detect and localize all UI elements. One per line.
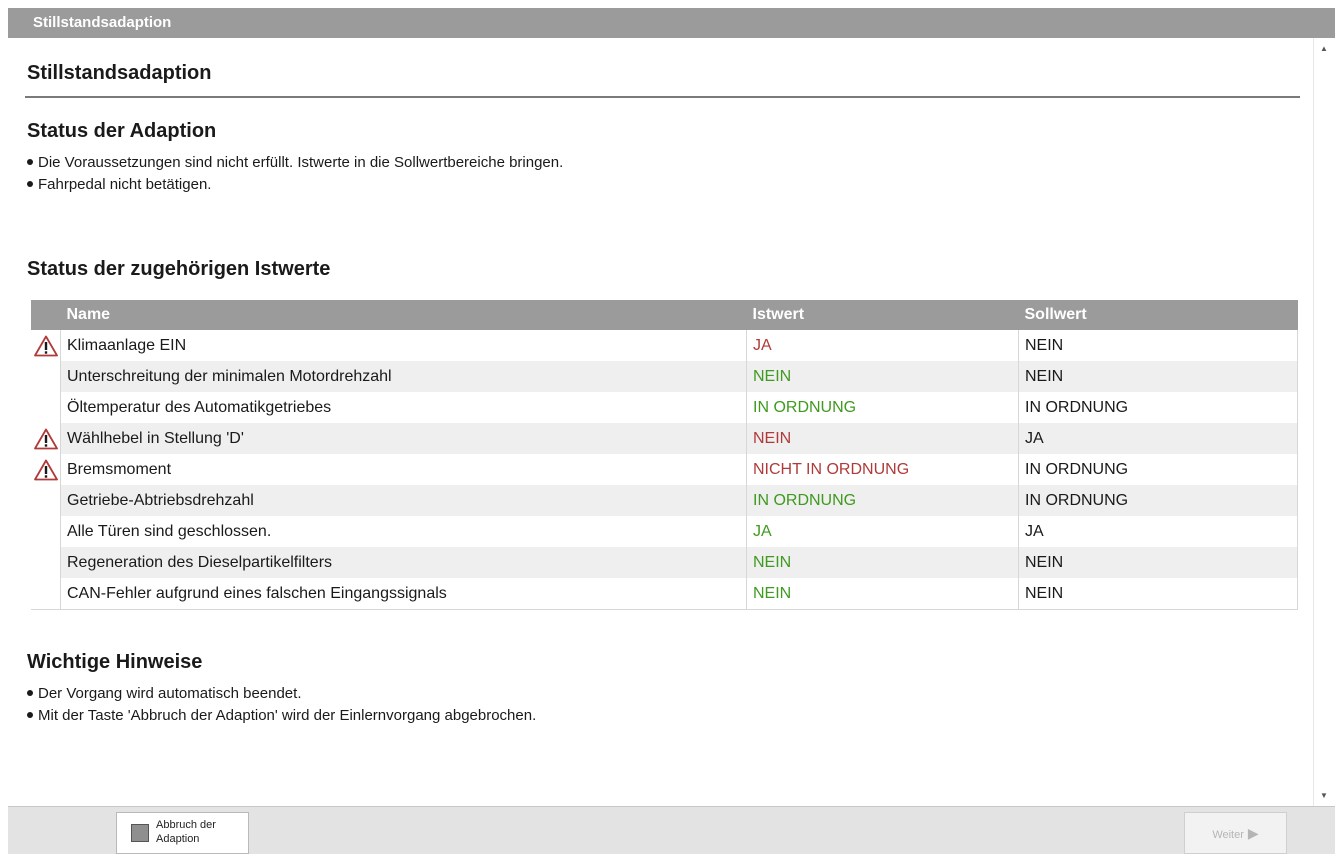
next-button[interactable]: Weiter ▶ <box>1184 812 1287 854</box>
notes-bullet-list: Der Vorgang wird automatisch beendet. Mi… <box>27 683 536 727</box>
footer-bar: Abbruch der Adaption Weiter ▶ <box>8 806 1335 854</box>
abort-label-line1: Abbruch der <box>156 819 216 831</box>
window-title: Stillstandsadaption <box>33 14 172 31</box>
table-header-row: Name Istwert Sollwert <box>31 300 1298 330</box>
table-row: Alle Türen sind geschlossen. JA JA <box>31 516 1298 547</box>
abort-button-label: Abbruch der Adaption <box>156 818 216 846</box>
status-bullet: Fahrpedal nicht betätigen. <box>27 174 563 196</box>
cell-actual: JA <box>746 516 1019 547</box>
cell-target: IN ORDNUNG <box>1018 485 1298 516</box>
cell-name: Regeneration des Dieselpartikelfilters <box>60 547 747 578</box>
cell-actual: NEIN <box>746 578 1019 610</box>
bullet-icon <box>27 712 33 719</box>
abort-adaption-button[interactable]: Abbruch der Adaption <box>116 812 249 854</box>
title-divider <box>25 96 1300 98</box>
table-row: Bremsmoment NICHT IN ORDNUNG IN ORDNUNG <box>31 454 1298 485</box>
warning-triangle-icon <box>31 459 60 481</box>
row-icon-cell <box>31 516 61 547</box>
cell-actual: NEIN <box>746 423 1019 454</box>
cell-name: Unterschreitung der minimalen Motordrehz… <box>60 361 747 392</box>
status-bullet-text: Die Voraussetzungen sind nicht erfüllt. … <box>38 154 564 171</box>
cell-actual: JA <box>746 330 1019 361</box>
notes-bullet: Der Vorgang wird automatisch beendet. <box>27 683 536 705</box>
vertical-scrollbar[interactable]: ▲ ▼ <box>1313 38 1335 806</box>
cell-name: Getriebe-Abtriebsdrehzahl <box>60 485 747 516</box>
abort-label-line2: Adaption <box>156 833 200 845</box>
cell-name: Alle Türen sind geschlossen. <box>60 516 747 547</box>
scroll-up-icon[interactable]: ▲ <box>1320 44 1328 53</box>
header-target: Sollwert <box>1018 300 1298 330</box>
cell-name: Klimaanlage EIN <box>60 330 747 361</box>
table-row: Unterschreitung der minimalen Motordrehz… <box>31 361 1298 392</box>
table-row: Klimaanlage EIN JA NEIN <box>31 330 1298 361</box>
stop-square-icon <box>131 824 149 842</box>
cell-target: JA <box>1018 423 1298 454</box>
status-bullet-list: Die Voraussetzungen sind nicht erfüllt. … <box>27 152 563 196</box>
cell-target: IN ORDNUNG <box>1018 392 1298 423</box>
header-name: Name <box>60 300 747 330</box>
header-actual: Istwert <box>746 300 1019 330</box>
next-button-label: Weiter <box>1212 829 1244 841</box>
table-row: Wählhebel in Stellung 'D' NEIN JA <box>31 423 1298 454</box>
cell-target: NEIN <box>1018 330 1298 361</box>
cell-actual: IN ORDNUNG <box>746 485 1019 516</box>
values-table: Name Istwert Sollwert Klimaanlage EIN JA N… <box>31 300 1298 610</box>
row-icon-cell <box>31 485 61 516</box>
warning-triangle-icon <box>31 428 60 450</box>
status-bullet-text: Fahrpedal nicht betätigen. <box>38 176 212 193</box>
cell-name: CAN-Fehler aufgrund eines falschen Einga… <box>60 578 747 610</box>
play-arrow-icon: ▶ <box>1247 825 1259 841</box>
cell-name: Öltemperatur des Automatikgetriebes <box>60 392 747 423</box>
notes-bullet-text: Der Vorgang wird automatisch beendet. <box>38 685 302 702</box>
cell-name: Wählhebel in Stellung 'D' <box>60 423 747 454</box>
status-heading: Status der Adaption <box>27 120 217 142</box>
cell-target: JA <box>1018 516 1298 547</box>
notes-bullet: Mit der Taste 'Abbruch der Adaption' wir… <box>27 705 536 727</box>
notes-heading: Wichtige Hinweise <box>27 651 203 673</box>
cell-target: NEIN <box>1018 547 1298 578</box>
row-icon-cell <box>31 454 61 485</box>
row-icon-cell <box>31 423 61 454</box>
cell-actual: NICHT IN ORDNUNG <box>746 454 1019 485</box>
cell-target: NEIN <box>1018 578 1298 610</box>
header-icon-column <box>31 300 61 330</box>
row-icon-cell <box>31 361 61 392</box>
cell-actual: NEIN <box>746 547 1019 578</box>
window-title-bar: Stillstandsadaption <box>8 8 1335 38</box>
cell-actual: NEIN <box>746 361 1019 392</box>
scroll-down-icon[interactable]: ▼ <box>1320 791 1328 800</box>
table-row: Regeneration des Dieselpartikelfilters NE… <box>31 547 1298 578</box>
warning-triangle-icon <box>31 335 60 357</box>
page-title: Stillstandsadaption <box>27 62 212 84</box>
cell-actual: IN ORDNUNG <box>746 392 1019 423</box>
notes-bullet-text: Mit der Taste 'Abbruch der Adaption' wir… <box>38 707 537 724</box>
table-row: Getriebe-Abtriebsdrehzahl IN ORDNUNG IN OR… <box>31 485 1298 516</box>
bullet-icon <box>27 690 33 697</box>
table-row: CAN-Fehler aufgrund eines falschen Einga… <box>31 578 1298 610</box>
table-body: Klimaanlage EIN JA NEIN Unterschreitung der… <box>31 330 1298 610</box>
row-icon-cell <box>31 547 61 578</box>
row-icon-cell <box>31 330 61 361</box>
cell-name: Bremsmoment <box>60 454 747 485</box>
status-bullet: Die Voraussetzungen sind nicht erfüllt. … <box>27 152 563 174</box>
values-heading: Status der zugehörigen Istwerte <box>27 258 331 280</box>
bullet-icon <box>27 181 33 188</box>
table-row: Öltemperatur des Automatikgetriebes IN OR… <box>31 392 1298 423</box>
row-icon-cell <box>31 578 61 610</box>
cell-target: NEIN <box>1018 361 1298 392</box>
row-icon-cell <box>31 392 61 423</box>
cell-target: IN ORDNUNG <box>1018 454 1298 485</box>
main-content: Stillstandsadaption Status der Adaption … <box>0 38 1313 806</box>
bullet-icon <box>27 159 33 166</box>
